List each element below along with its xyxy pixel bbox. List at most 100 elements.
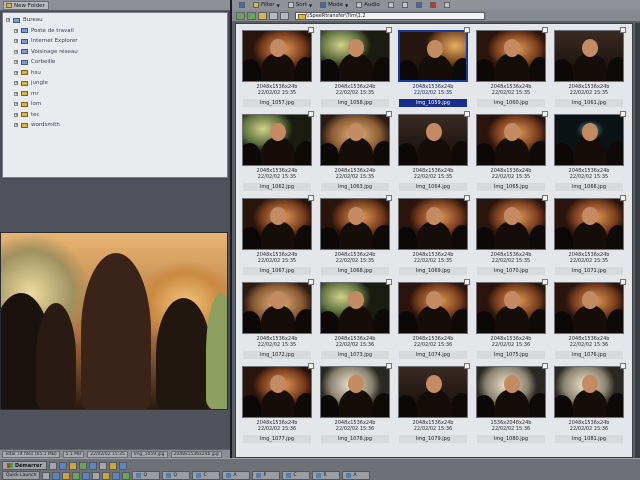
thumbnail-image[interactable] — [320, 282, 390, 334]
thumbnail-checkbox[interactable] — [542, 279, 548, 285]
tree-item[interactable]: + tec — [6, 110, 224, 121]
quick-launch-icon[interactable] — [68, 461, 77, 470]
thumbnail-item[interactable]: 2048x1536x24b 22/02/02 15:35 Img_1057.jpg — [240, 27, 314, 111]
thumbnail-image[interactable] — [398, 366, 468, 418]
thumbnail-checkbox[interactable] — [542, 363, 548, 369]
thumbnail-image[interactable] — [398, 30, 468, 82]
expand-icon[interactable]: + — [14, 60, 18, 65]
thumbnail-checkbox[interactable] — [308, 27, 314, 33]
tree-item[interactable]: + mr — [6, 89, 224, 100]
thumbnail-filename[interactable]: Img_1068.jpg — [321, 267, 389, 275]
thumbnail-checkbox[interactable] — [464, 363, 470, 369]
thumbnail-item[interactable]: 2048x1536x24b 22/02/02 15:35 Img_1063.jpg — [318, 111, 392, 195]
thumbnail-image[interactable] — [242, 366, 312, 418]
thumbnail-image[interactable] — [242, 282, 312, 334]
quick-launch-icon[interactable] — [122, 471, 131, 480]
thumbnail-checkbox[interactable] — [464, 111, 470, 117]
expand-icon[interactable]: + — [14, 102, 18, 107]
tree-item[interactable]: + Bureau — [6, 15, 224, 26]
thumbnail-image[interactable] — [554, 198, 624, 250]
thumbnail-filename[interactable]: Img_1078.jpg — [321, 435, 389, 443]
view-button[interactable] — [236, 1, 248, 9]
thumbnail-item[interactable]: 2048x1536x24b 22/02/02 15:35 Img_1072.jpg — [240, 279, 314, 363]
thumbnail-filename[interactable]: Img_1072.jpg — [243, 351, 311, 359]
thumbnail-image[interactable] — [554, 282, 624, 334]
tree-item[interactable]: + Poste de travail — [6, 26, 224, 37]
quick-launch-icon[interactable] — [78, 461, 87, 470]
thumbnail-checkbox[interactable] — [542, 27, 548, 33]
filter-button[interactable]: Filter ▼ — [250, 1, 283, 9]
quick-launch-icon[interactable] — [98, 461, 107, 470]
expand-icon[interactable]: + — [14, 70, 18, 75]
quick-launch-icon[interactable] — [58, 461, 67, 470]
thumbnail-item[interactable]: 2048x1536x24b 22/02/02 15:36 Img_1075.jpg — [474, 279, 548, 363]
quick-launch-icon[interactable] — [42, 471, 51, 480]
thumbnail-checkbox[interactable] — [620, 363, 626, 369]
taskbar-task-button[interactable]: A — [342, 471, 371, 480]
quick-launch-icon[interactable] — [118, 461, 127, 470]
thumbnail-checkbox[interactable] — [386, 27, 392, 33]
thumbnail-filename[interactable]: Img_1080.jpg — [477, 435, 545, 443]
thumbnail-image[interactable] — [398, 198, 468, 250]
thumbnail-item[interactable]: 2048x1536x24b 22/02/02 15:35 Img_1058.jpg — [318, 27, 392, 111]
thumbnail-filename[interactable]: Img_1059.jpg — [399, 99, 467, 107]
thumbnail-item[interactable]: 2048x1536x24b 22/02/02 15:35 Img_1061.jpg — [552, 27, 626, 111]
thumbnail-filename[interactable]: Img_1071.jpg — [555, 267, 623, 275]
thumbnail-item[interactable]: 2048x1536x24b 22/02/02 15:36 Img_1077.jpg — [240, 363, 314, 447]
thumbnail-image[interactable] — [320, 114, 390, 166]
tree-item[interactable]: + wordsmith — [6, 120, 224, 131]
thumbnail-filename[interactable]: Img_1067.jpg — [243, 267, 311, 275]
thumbnail-filename[interactable]: Img_1074.jpg — [399, 351, 467, 359]
thumbnail-filename[interactable]: Img_1075.jpg — [477, 351, 545, 359]
thumbnail-image[interactable] — [398, 282, 468, 334]
thumbnail-filename[interactable]: Img_1069.jpg — [399, 267, 467, 275]
quick-launch-icon[interactable] — [72, 471, 81, 480]
thumbnail-filename[interactable]: Img_1081.jpg — [555, 435, 623, 443]
thumbnail-item[interactable]: 2048x1536x24b 22/02/02 15:35 Img_1071.jpg — [552, 195, 626, 279]
quick-launch-icon[interactable] — [102, 471, 111, 480]
thumbnail-image[interactable] — [476, 282, 546, 334]
thumbnail-item[interactable]: 2048x1536x24b 22/02/02 15:35 Img_1059.jpg — [396, 27, 470, 111]
taskbar-task-button[interactable]: C — [192, 471, 221, 480]
close-button[interactable] — [441, 1, 453, 9]
thumbnail-image[interactable] — [242, 30, 312, 82]
up-folder-button[interactable] — [258, 11, 267, 20]
thumbnail-image[interactable] — [476, 114, 546, 166]
expand-icon[interactable]: + — [14, 123, 18, 128]
thumbnail-image[interactable] — [242, 198, 312, 250]
copy-button[interactable] — [385, 1, 397, 9]
taskbar-task-button[interactable]: Q — [132, 471, 161, 480]
quick-launch-icon[interactable] — [88, 461, 97, 470]
scrollbar[interactable] — [635, 23, 640, 458]
expand-icon[interactable]: + — [6, 18, 10, 23]
thumbnail-checkbox[interactable] — [464, 195, 470, 201]
mode-button[interactable]: Mode ▼ — [317, 1, 351, 9]
start-button[interactable]: Démarrer — [2, 461, 47, 470]
thumbnail-checkbox[interactable] — [542, 195, 548, 201]
thumbnail-item[interactable]: 2048x1536x24b 22/02/02 15:35 Img_1066.jpg — [552, 111, 626, 195]
quick-launch-icon[interactable] — [92, 471, 101, 480]
thumbnail-checkbox[interactable] — [308, 363, 314, 369]
thumbnail-item[interactable]: 2048x1536x24b 22/02/02 15:36 Img_1074.jpg — [396, 279, 470, 363]
thumbnail-image[interactable] — [476, 30, 546, 82]
thumbnail-filename[interactable]: Img_1064.jpg — [399, 183, 467, 191]
thumbnail-filename[interactable]: Img_1062.jpg — [243, 183, 311, 191]
thumbnail-item[interactable]: 1536x2048x24b 22/02/02 15:36 Img_1080.jpg — [474, 363, 548, 447]
thumbnail-checkbox[interactable] — [386, 279, 392, 285]
thumbnail-image[interactable] — [476, 366, 546, 418]
thumbnail-image[interactable] — [554, 366, 624, 418]
tree-item[interactable]: + jungle — [6, 78, 224, 89]
thumbnail-filename[interactable]: Img_1065.jpg — [477, 183, 545, 191]
thumbnail-checkbox[interactable] — [308, 111, 314, 117]
move-button[interactable] — [399, 1, 411, 9]
audio-button[interactable]: Audio — [353, 1, 383, 9]
thumbnail-item[interactable]: 2048x1536x24b 22/02/02 15:36 Img_1079.jpg — [396, 363, 470, 447]
thumbnail-item[interactable]: 2048x1536x24b 22/02/02 15:35 Img_1067.jpg — [240, 195, 314, 279]
thumbnail-image[interactable] — [242, 114, 312, 166]
sort-button[interactable]: Sort ▼ — [285, 1, 315, 9]
taskbar-task-button[interactable]: A — [222, 471, 251, 480]
quick-launch-icon[interactable] — [52, 471, 61, 480]
thumbnail-checkbox[interactable] — [464, 279, 470, 285]
thumbnail-checkbox[interactable] — [386, 111, 392, 117]
tree-item[interactable]: + Internet Explorer — [6, 36, 224, 47]
